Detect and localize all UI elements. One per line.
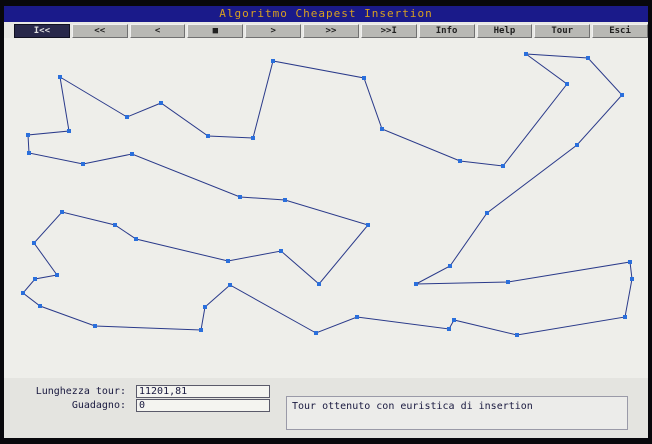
city-node — [125, 115, 129, 119]
city-node — [565, 82, 569, 86]
gain-field: 0 — [136, 399, 270, 412]
city-node — [203, 305, 207, 309]
fast-forward-button[interactable]: >> — [303, 24, 359, 38]
city-node — [515, 333, 519, 337]
city-node — [206, 134, 210, 138]
first-step-button[interactable]: I<< — [14, 24, 70, 38]
city-node — [355, 315, 359, 319]
city-node — [279, 249, 283, 253]
city-node — [134, 237, 138, 241]
city-node — [238, 195, 242, 199]
city-node — [60, 210, 64, 214]
city-node — [38, 304, 42, 308]
city-node — [317, 282, 321, 286]
info-button[interactable]: Info — [418, 24, 475, 38]
status-message: Tour ottenuto con euristica di insertion — [286, 396, 628, 430]
tour-graph — [21, 52, 634, 337]
city-node — [452, 318, 456, 322]
tour-length-label: Lunghezza tour: — [35, 386, 126, 397]
city-node — [93, 324, 97, 328]
tour-edge-path — [22, 53, 633, 336]
tour-length-field: 11201,81 — [136, 385, 270, 398]
city-node — [283, 198, 287, 202]
city-node — [81, 162, 85, 166]
city-node — [628, 260, 632, 264]
exit-button[interactable]: Esci — [592, 24, 648, 38]
app-window: Algoritmo Cheapest Insertion I<< << < ■ … — [4, 6, 648, 438]
info-panel: Lunghezza tour: 11201,81 Guadagno: 0 Tou… — [4, 378, 648, 438]
city-node — [485, 211, 489, 215]
city-node — [506, 280, 510, 284]
city-node — [159, 101, 163, 105]
city-node — [67, 129, 71, 133]
step-back-button[interactable]: < — [129, 24, 186, 38]
city-node — [623, 315, 627, 319]
city-node — [58, 75, 62, 79]
last-step-button[interactable]: >>I — [360, 24, 417, 38]
city-node — [575, 143, 579, 147]
city-node — [458, 159, 462, 163]
city-node — [366, 223, 370, 227]
city-node — [586, 56, 590, 60]
tour-button[interactable]: Tour — [534, 24, 591, 38]
gain-label: Guadagno: — [71, 400, 126, 411]
city-node — [380, 127, 384, 131]
city-node — [226, 259, 230, 263]
window-title: Algoritmo Cheapest Insertion — [4, 6, 648, 22]
city-node — [314, 331, 318, 335]
city-node — [55, 273, 59, 277]
city-node — [130, 152, 134, 156]
city-node — [448, 264, 452, 268]
stop-button[interactable]: ■ — [187, 24, 244, 38]
city-node — [414, 282, 418, 286]
city-node — [271, 59, 275, 63]
city-node — [26, 133, 30, 137]
city-node — [251, 136, 255, 140]
city-node — [199, 328, 203, 332]
toolbar: I<< << < ■ > >> >>I Info Help Tour Esci — [14, 23, 648, 38]
city-node — [524, 52, 528, 56]
city-node — [27, 151, 31, 155]
tour-canvas[interactable] — [4, 38, 648, 378]
city-node — [113, 223, 117, 227]
city-node — [33, 277, 37, 281]
city-node — [447, 327, 451, 331]
city-node — [362, 76, 366, 80]
city-node — [21, 291, 25, 295]
city-node — [228, 283, 232, 287]
help-button[interactable]: Help — [476, 24, 533, 38]
city-node — [501, 164, 505, 168]
rewind-button[interactable]: << — [71, 24, 128, 38]
city-node — [630, 277, 634, 281]
city-node — [32, 241, 36, 245]
city-node — [620, 93, 624, 97]
step-forward-button[interactable]: > — [245, 24, 302, 38]
